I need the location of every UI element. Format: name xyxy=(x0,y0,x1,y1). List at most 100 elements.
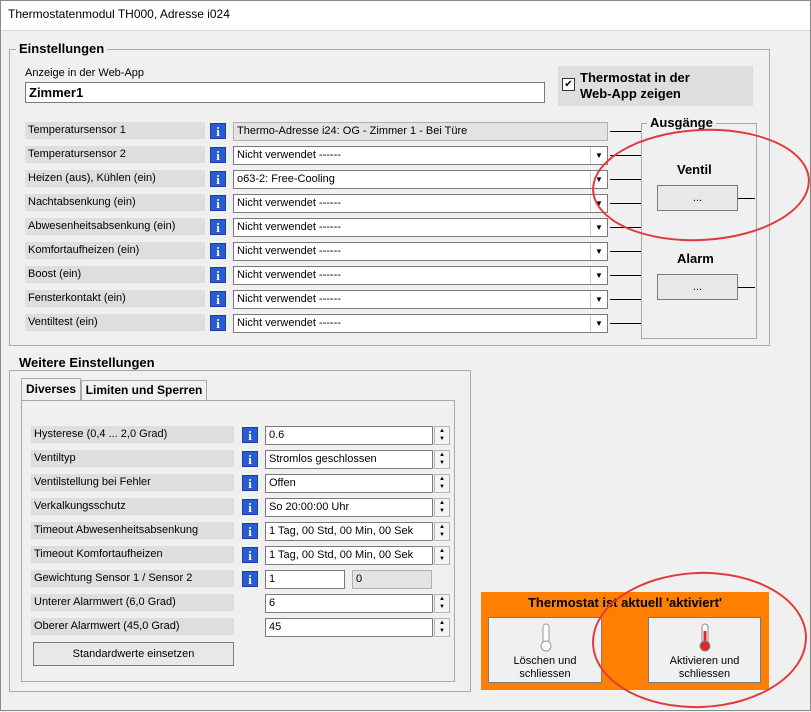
ausgaenge-title: Ausgänge xyxy=(647,115,716,130)
info-icon[interactable]: i xyxy=(210,219,226,235)
sensor-row-value: Nicht verwendet ------ xyxy=(237,221,341,233)
tab-diverses[interactable]: Diverses xyxy=(21,378,81,401)
sensor-row-dropdown[interactable]: Nicht verwendet ------ ▼ xyxy=(233,146,608,165)
connector-line xyxy=(610,227,641,228)
spin-up-icon[interactable]: ▲ xyxy=(435,595,449,603)
info-icon[interactable]: i xyxy=(242,523,258,539)
chevron-down-icon[interactable]: ▼ xyxy=(590,147,607,164)
info-icon[interactable]: i xyxy=(242,427,258,443)
info-icon[interactable]: i xyxy=(242,547,258,563)
chevron-down-icon[interactable]: ▼ xyxy=(590,171,607,188)
show-in-webapp-label: Thermostat in der Web-App zeigen xyxy=(580,70,690,102)
info-icon[interactable]: i xyxy=(210,195,226,211)
weitere-row-spinner[interactable]: ▲ ▼ xyxy=(434,522,450,541)
spin-up-icon[interactable]: ▲ xyxy=(435,499,449,507)
weitere-title: Weitere Einstellungen xyxy=(16,355,158,370)
spin-up-icon[interactable]: ▲ xyxy=(435,523,449,531)
weitere-row-label: Timeout Komfortaufheizen xyxy=(31,546,234,563)
info-icon[interactable]: i xyxy=(242,475,258,491)
connector-line xyxy=(610,155,641,156)
sensor-row-label: Temperatursensor 1 xyxy=(25,122,205,139)
weitere-row-input[interactable]: Offen xyxy=(265,474,433,493)
info-icon[interactable]: i xyxy=(210,171,226,187)
chevron-down-icon[interactable]: ▼ xyxy=(590,219,607,236)
spin-up-icon[interactable]: ▲ xyxy=(435,619,449,627)
weitere-row-input[interactable]: 1 Tag, 00 Std, 00 Min, 00 Sek xyxy=(265,546,433,565)
spin-down-icon[interactable]: ▼ xyxy=(435,435,449,443)
sensor-row-label: Heizen (aus), Kühlen (ein) xyxy=(25,170,205,187)
chevron-down-icon[interactable]: ▼ xyxy=(590,195,607,212)
info-icon[interactable]: i xyxy=(242,571,258,587)
spin-down-icon[interactable]: ▼ xyxy=(435,459,449,467)
info-icon[interactable]: i xyxy=(210,123,226,139)
gewichtung-sensor2-value: 0 xyxy=(356,573,363,585)
spin-down-icon[interactable]: ▼ xyxy=(435,603,449,611)
aktivieren-button[interactable]: Aktivieren und schliessen xyxy=(648,617,761,683)
info-icon[interactable]: i xyxy=(242,451,258,467)
oberer-alarm-input[interactable]: 45 xyxy=(265,618,433,637)
weitere-row-spinner[interactable]: ▲ ▼ xyxy=(434,426,450,445)
sensor-row-dropdown[interactable]: Nicht verwendet ------ ▼ xyxy=(233,290,608,309)
weitere-row-input[interactable]: So 20:00:00 Uhr xyxy=(265,498,433,517)
info-icon[interactable]: i xyxy=(210,243,226,259)
weitere-row-input[interactable]: Stromlos geschlossen xyxy=(265,450,433,469)
oberer-alarm-spinner[interactable]: ▲ ▼ xyxy=(434,618,450,637)
gewichtung-label: Gewichtung Sensor 1 / Sensor 2 xyxy=(31,570,234,587)
spin-up-icon[interactable]: ▲ xyxy=(435,475,449,483)
info-icon[interactable]: i xyxy=(242,499,258,515)
spin-down-icon[interactable]: ▼ xyxy=(435,507,449,515)
sensor-row-dropdown[interactable]: Nicht verwendet ------ ▼ xyxy=(233,242,608,261)
chevron-down-icon[interactable]: ▼ xyxy=(590,315,607,332)
chevron-down-icon[interactable]: ▼ xyxy=(590,267,607,284)
sensor-row-label: Komfortaufheizen (ein) xyxy=(25,242,205,259)
unterer-alarm-value: 6 xyxy=(269,597,276,609)
thermometer-icon xyxy=(540,623,552,652)
sensor-row-dropdown[interactable]: o63-2: Free-Cooling ▼ xyxy=(233,170,608,189)
spin-down-icon[interactable]: ▼ xyxy=(435,555,449,563)
sensor-row-label: Ventiltest (ein) xyxy=(25,314,205,331)
info-icon[interactable]: i xyxy=(210,147,226,163)
weitere-row-value: Stromlos geschlossen xyxy=(269,453,377,465)
weitere-row-spinner[interactable]: ▲ ▼ xyxy=(434,450,450,469)
info-icon[interactable]: i xyxy=(210,315,226,331)
weitere-row-spinner[interactable]: ▲ ▼ xyxy=(434,498,450,517)
sensor-row-value: Nicht verwendet ------ xyxy=(237,149,341,161)
sensor-row-dropdown[interactable]: Nicht verwendet ------ ▼ xyxy=(233,218,608,237)
connector-line xyxy=(610,251,641,252)
sensor-row-dropdown[interactable]: Nicht verwendet ------ ▼ xyxy=(233,266,608,285)
alarm-label: Alarm xyxy=(677,251,714,266)
weitere-row-input[interactable]: 0.6 xyxy=(265,426,433,445)
gewichtung-sensor1-input[interactable]: 1 xyxy=(265,570,345,589)
weitere-row-spinner[interactable]: ▲ ▼ xyxy=(434,546,450,565)
info-icon[interactable]: i xyxy=(210,267,226,283)
ventil-button[interactable]: ... xyxy=(657,185,738,211)
unterer-alarm-spinner[interactable]: ▲ ▼ xyxy=(434,594,450,613)
show-in-webapp-checkbox[interactable]: ✔ xyxy=(562,78,575,91)
spin-up-icon[interactable]: ▲ xyxy=(435,451,449,459)
einstellungen-title: Einstellungen xyxy=(16,41,108,56)
status-title: Thermostat ist aktuell 'aktiviert' xyxy=(527,595,723,610)
thermometer-hot-icon xyxy=(699,623,711,652)
spin-up-icon[interactable]: ▲ xyxy=(435,427,449,435)
sensor-row-dropdown[interactable]: Nicht verwendet ------ ▼ xyxy=(233,194,608,213)
standardwerte-button[interactable]: Standardwerte einsetzen xyxy=(33,642,234,666)
alarm-button[interactable]: ... xyxy=(657,274,738,300)
weitere-row-spinner[interactable]: ▲ ▼ xyxy=(434,474,450,493)
sensor-row-label: Temperatursensor 2 xyxy=(25,146,205,163)
spin-down-icon[interactable]: ▼ xyxy=(435,531,449,539)
weitere-row-input[interactable]: 1 Tag, 00 Std, 00 Min, 00 Sek xyxy=(265,522,433,541)
tab-limiten[interactable]: Limiten und Sperren xyxy=(81,380,207,401)
spin-down-icon[interactable]: ▼ xyxy=(435,627,449,635)
connector-line xyxy=(610,131,641,132)
unterer-alarm-input[interactable]: 6 xyxy=(265,594,433,613)
webapp-name-input[interactable]: Zimmer1 xyxy=(25,82,545,103)
spin-up-icon[interactable]: ▲ xyxy=(435,547,449,555)
window-title: Thermostatenmodul TH000, Adresse i024 xyxy=(8,7,230,21)
spin-down-icon[interactable]: ▼ xyxy=(435,483,449,491)
chevron-down-icon[interactable]: ▼ xyxy=(590,243,607,260)
info-icon[interactable]: i xyxy=(210,291,226,307)
loeschen-button[interactable]: Löschen und schliessen xyxy=(488,617,602,683)
weitere-row-label: Verkalkungsschutz xyxy=(31,498,234,515)
sensor-row-dropdown[interactable]: Nicht verwendet ------ ▼ xyxy=(233,314,608,333)
chevron-down-icon[interactable]: ▼ xyxy=(590,291,607,308)
